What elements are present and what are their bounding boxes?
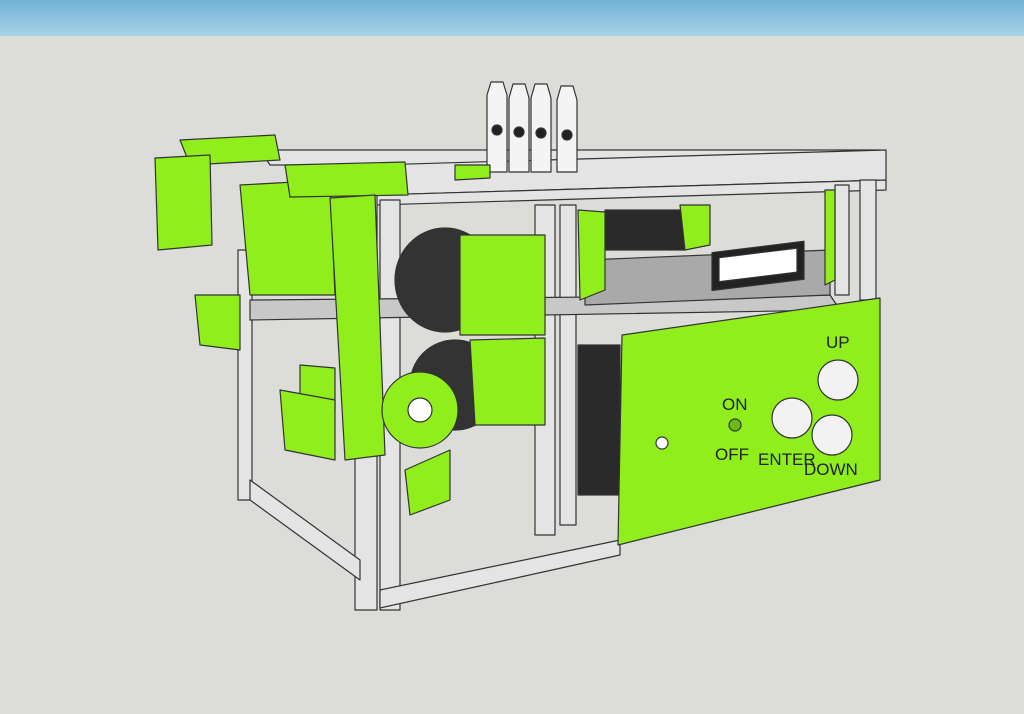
- servo-motor: [604, 209, 686, 251]
- down-button[interactable]: [811, 414, 853, 456]
- enter-button[interactable]: [771, 397, 813, 439]
- down-label: DOWN: [804, 460, 858, 479]
- power-switch[interactable]: [728, 418, 742, 432]
- 3d-model-viewport[interactable]: ON OFF UP ENTER DOWN: [0, 0, 1024, 714]
- on-label: ON: [722, 395, 748, 414]
- up-button[interactable]: [817, 359, 859, 401]
- off-label: OFF: [715, 445, 749, 464]
- up-label: UP: [826, 333, 850, 352]
- stepper-motor: [577, 344, 621, 496]
- markers: [486, 81, 578, 173]
